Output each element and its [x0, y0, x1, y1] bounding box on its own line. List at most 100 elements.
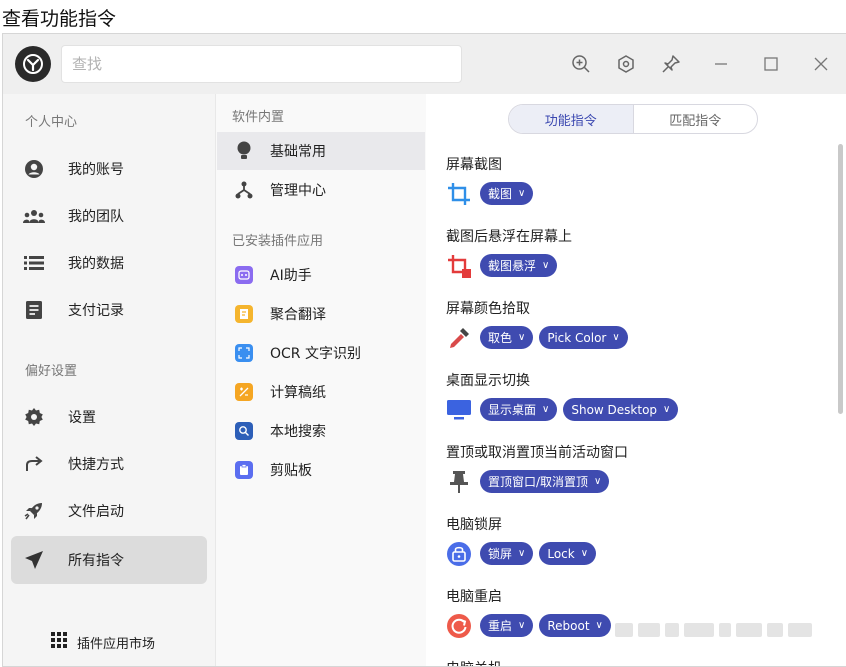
sidebar-item-label: 我的账号 — [68, 162, 124, 178]
command-item: 屏幕颜色拾取 取色 ∨ Pick Color ∨ — [446, 298, 826, 350]
chip-label: Lock — [547, 546, 575, 561]
close-icon[interactable] — [811, 54, 831, 74]
sidebar-item-data[interactable]: 我的数据 — [11, 240, 207, 286]
command-keyword-chip[interactable]: Lock ∨ — [539, 542, 597, 565]
app-logo-icon[interactable] — [15, 46, 51, 82]
sidebar-item-label: 快捷方式 — [68, 457, 124, 473]
sidebar-item-file-launch[interactable]: 文件启动 — [11, 488, 207, 534]
command-keyword-chip[interactable]: 取色 ∨ — [480, 326, 534, 349]
command-keyword-chip[interactable]: Reboot ∨ — [539, 614, 611, 637]
chevron-down-icon: ∨ — [595, 620, 603, 631]
lock-icon — [446, 541, 472, 567]
title-bar — [3, 34, 846, 94]
sidebar-item-shortcuts[interactable]: 快捷方式 — [11, 441, 207, 487]
category-item-label: 管理中心 — [270, 183, 326, 199]
chevron-down-icon: ∨ — [518, 332, 526, 343]
category-item-basic[interactable]: 基础常用 — [217, 132, 425, 170]
command-keyword-chip[interactable]: 截图 ∨ — [480, 182, 534, 205]
sidebar-item-all-commands[interactable]: 所有指令 — [11, 536, 207, 584]
plugin-item-clipboard[interactable]: 剪贴板 — [217, 451, 425, 489]
command-keyword-chip[interactable]: Pick Color ∨ — [539, 326, 628, 349]
sidebar-item-team[interactable]: 我的团队 — [11, 193, 207, 239]
command-title: 电脑关机 — [446, 658, 826, 666]
section-title-builtin: 软件内置 — [232, 110, 285, 125]
command-title: 屏幕截图 — [446, 157, 502, 173]
command-keyword-chip[interactable]: 显示桌面 ∨ — [480, 398, 558, 421]
command-title: 截图后悬浮在屏幕上 — [446, 229, 572, 245]
tab-function-commands[interactable]: 功能指令 — [509, 105, 633, 133]
ocr-icon — [234, 343, 254, 363]
plugin-item-local-search[interactable]: 本地搜索 — [217, 412, 425, 450]
account-icon — [23, 158, 45, 180]
command-title: 电脑锁屏 — [446, 517, 502, 533]
hierarchy-icon — [234, 180, 254, 200]
app-window: 个人中心 我的账号 我的团队 我的数据 支付记录 偏好设置 — [2, 33, 846, 667]
command-keyword-chip[interactable]: 截图悬浮 ∨ — [480, 254, 558, 277]
lightbulb-icon — [234, 141, 254, 161]
chip-label: Reboot — [547, 618, 590, 633]
page-caption: 查看功能指令 — [2, 8, 117, 30]
chip-label: 截图悬浮 — [488, 259, 537, 273]
hexagon-icon[interactable] — [616, 54, 636, 74]
chevron-down-icon: ∨ — [518, 620, 526, 631]
tab-match-commands[interactable]: 匹配指令 — [632, 105, 758, 133]
command-item: 电脑锁屏 锁屏 ∨ Lock ∨ — [446, 514, 826, 566]
command-title: 置顶或取消置顶当前活动窗口 — [446, 445, 628, 461]
pin-icon[interactable] — [661, 54, 681, 74]
chip-label: 显示桌面 — [488, 403, 537, 417]
chevron-down-icon: ∨ — [612, 332, 620, 343]
search-box[interactable] — [61, 45, 462, 83]
gear-icon — [23, 406, 45, 428]
ai-assistant-icon — [234, 265, 254, 285]
translate-icon — [234, 304, 254, 324]
watermark — [615, 618, 825, 642]
command-keyword-chip[interactable]: 置顶窗口/取消置顶 ∨ — [480, 470, 610, 493]
chip-label: 重启 — [488, 619, 513, 633]
plugin-item-ocr[interactable]: OCR 文字识别 — [217, 334, 425, 372]
command-tabs: 功能指令 匹配指令 — [508, 104, 758, 134]
plugin-item-ai-assistant[interactable]: AI助手 — [217, 256, 425, 294]
sidebar-item-settings[interactable]: 设置 — [11, 394, 207, 440]
sidebar-item-payments[interactable]: 支付记录 — [11, 287, 207, 333]
grid-apps-icon — [51, 632, 67, 652]
search-input[interactable] — [62, 46, 461, 82]
plugin-item-label: AI助手 — [270, 268, 312, 284]
plugin-market-link[interactable]: 插件应用市场 — [51, 632, 155, 652]
chip-label: 置顶窗口/取消置顶 — [488, 475, 589, 489]
chevron-down-icon: ∨ — [594, 476, 602, 487]
calculator-icon — [234, 382, 254, 402]
command-keyword-chip[interactable]: 锁屏 ∨ — [480, 542, 534, 565]
receipt-icon — [23, 299, 45, 321]
section-title-personal: 个人中心 — [25, 115, 78, 130]
plugin-item-translate[interactable]: 聚合翻译 — [217, 295, 425, 333]
maximize-icon[interactable] — [761, 54, 781, 74]
market-label: 插件应用市场 — [77, 636, 156, 652]
monitor-icon — [446, 397, 472, 423]
plugin-item-label: 计算稿纸 — [270, 385, 326, 401]
scrollbar-thumb[interactable] — [838, 144, 843, 414]
chip-label: Show Desktop — [571, 402, 658, 417]
chip-label: 取色 — [488, 331, 513, 345]
plugin-item-calculator[interactable]: 计算稿纸 — [217, 373, 425, 411]
chevron-down-icon: ∨ — [542, 260, 550, 271]
chip-label: 截图 — [488, 187, 513, 201]
pin-window-icon — [446, 469, 472, 495]
left-sidebar: 个人中心 我的账号 我的团队 我的数据 支付记录 偏好设置 设置 快捷方式 文件… — [3, 94, 215, 666]
command-panel: 功能指令 匹配指令 屏幕截图 截图 ∨ 截图后悬浮在屏幕上 截图悬浮 ∨ 屏幕颜… — [426, 94, 846, 666]
chevron-down-icon: ∨ — [518, 188, 526, 199]
command-title: 屏幕颜色拾取 — [446, 301, 530, 317]
sidebar-item-account[interactable]: 我的账号 — [11, 146, 207, 192]
category-item-management[interactable]: 管理中心 — [217, 171, 425, 209]
command-item: 置顶或取消置顶当前活动窗口 置顶窗口/取消置顶 ∨ — [446, 442, 826, 494]
command-keyword-chip[interactable]: Show Desktop ∨ — [563, 398, 679, 421]
chevron-down-icon: ∨ — [542, 404, 550, 415]
chevron-down-icon: ∨ — [580, 548, 589, 559]
plugin-item-label: 本地搜索 — [270, 424, 326, 440]
command-item: 截图后悬浮在屏幕上 截图悬浮 ∨ — [446, 226, 826, 278]
zoom-in-icon[interactable] — [571, 54, 591, 74]
clipboard-icon — [234, 460, 254, 480]
minimize-icon[interactable] — [711, 54, 731, 74]
command-title: 桌面显示切换 — [446, 373, 530, 389]
sidebar-item-label: 文件启动 — [68, 504, 124, 520]
command-keyword-chip[interactable]: 重启 ∨ — [480, 614, 534, 637]
